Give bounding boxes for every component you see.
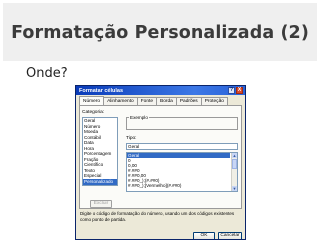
format-list-scrollbar[interactable]: ▲ ▼ <box>231 153 237 191</box>
number-tab-panel: Categoria: Geral Número Moeda Contábil D… <box>79 105 242 209</box>
ok-button[interactable]: OK <box>193 232 215 239</box>
category-list[interactable]: Geral Número Moeda Contábil Data Hora Po… <box>82 117 118 186</box>
titlebar-buttons: ? X <box>228 87 243 94</box>
format-description: Digite o código de formatação do número,… <box>80 211 235 222</box>
tab-protecao[interactable]: Proteção <box>200 97 228 105</box>
delete-button[interactable]: Excluir <box>90 200 112 208</box>
slide-title-band: Formatação Personalizada (2) <box>3 3 317 61</box>
tab-borda[interactable]: Borda <box>156 97 177 105</box>
scroll-thumb[interactable] <box>232 159 237 169</box>
tab-numero[interactable]: Número <box>79 96 105 105</box>
cancel-button[interactable]: Cancelar <box>218 232 242 239</box>
tab-padroes[interactable]: Padrões <box>175 97 202 105</box>
tab-fonte[interactable]: Fonte <box>136 97 158 105</box>
dialog-title: Formatar células <box>79 87 124 94</box>
format-cells-dialog: Formatar células ? X Número Alinhamento … <box>75 85 246 240</box>
format-list[interactable]: Geral 0 0,00 #.##0 #.##0,00 #.##0_);(#.#… <box>126 152 238 192</box>
dialog-titlebar[interactable]: Formatar células ? X <box>76 86 245 95</box>
close-button[interactable]: X <box>236 87 243 94</box>
slide: Formatação Personalizada (2) Onde? Forma… <box>0 0 320 240</box>
dialog-tabs: Número Alinhamento Fonte Borda Padrões P… <box>79 96 228 105</box>
slide-title: Formatação Personalizada (2) <box>11 23 309 43</box>
sample-group: Exemplo <box>126 115 238 130</box>
type-input[interactable]: Geral <box>126 143 238 150</box>
help-button[interactable]: ? <box>228 87 235 94</box>
format-item[interactable]: #.##0_);[Vermelho](#.##0) <box>127 183 230 188</box>
scroll-up-icon[interactable]: ▲ <box>232 153 237 158</box>
type-label: Tipo: <box>126 136 137 141</box>
slide-subtitle: Onde? <box>26 66 68 81</box>
scroll-down-icon[interactable]: ▼ <box>232 186 237 191</box>
tab-alinhamento[interactable]: Alinhamento <box>103 97 138 105</box>
category-label: Categoria: <box>82 110 105 115</box>
category-item-selected[interactable]: Personalizado <box>83 179 117 185</box>
sample-label: Exemplo <box>129 115 149 120</box>
